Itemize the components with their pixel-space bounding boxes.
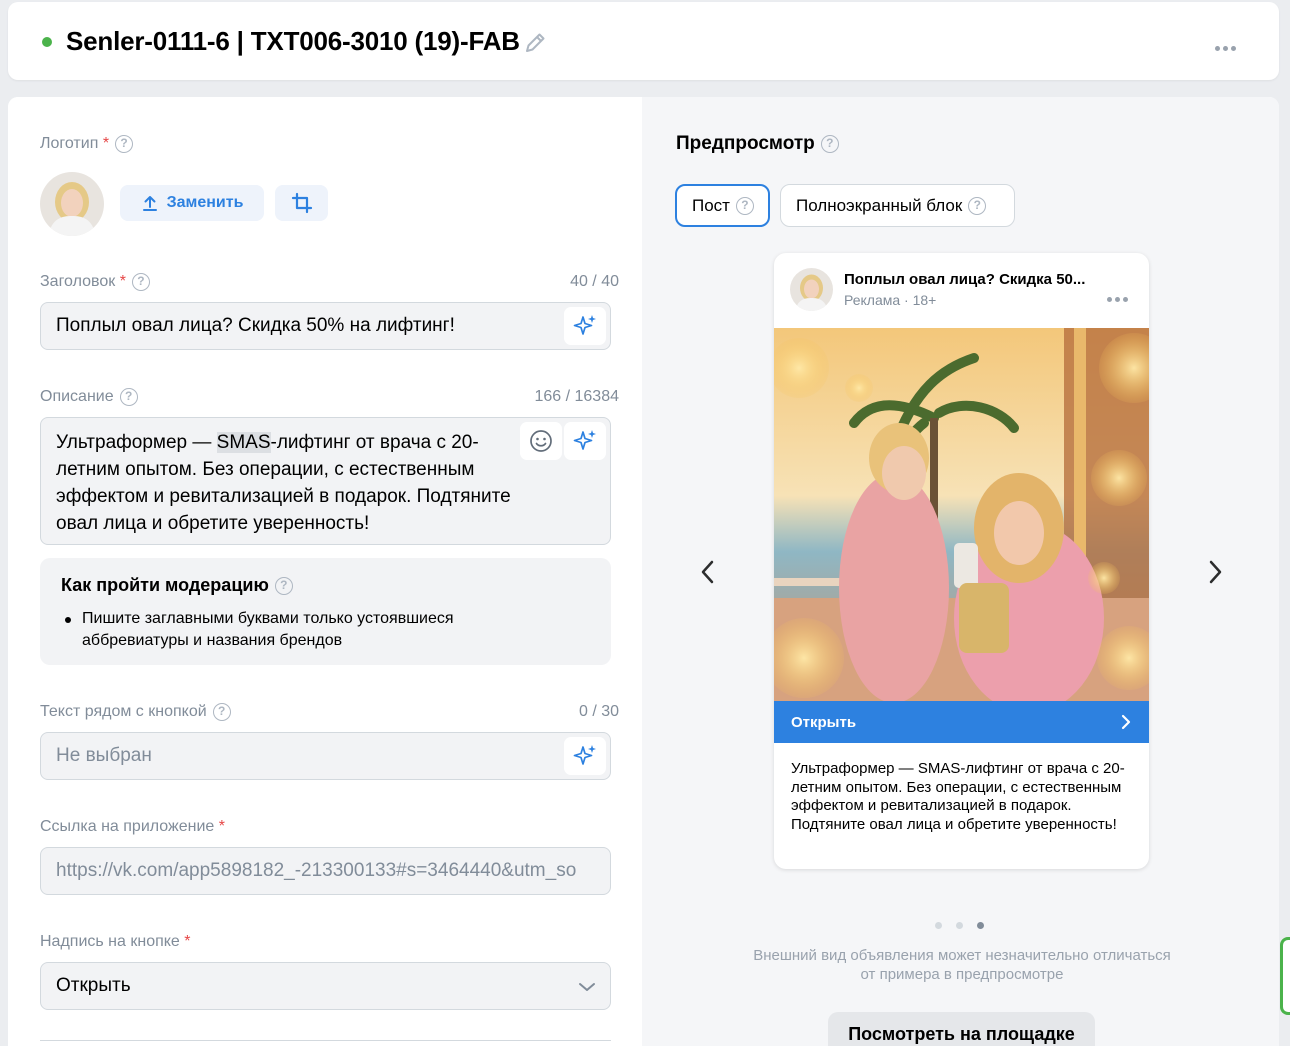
view-on-platform-button[interactable]: Посмотреть на площадке — [828, 1012, 1095, 1046]
chevron-left-icon[interactable] — [698, 559, 718, 585]
headline-value: Поплыл овал лица? Скидка 50% на лифтинг! — [56, 315, 455, 336]
headline-label: Заголовок *? — [40, 273, 150, 291]
chevron-down-icon — [579, 983, 595, 991]
smile-icon — [530, 430, 552, 452]
button-caption-select[interactable]: Открыть — [40, 962, 611, 1010]
post-cta-button[interactable]: Открыть — [774, 701, 1149, 743]
headline-input[interactable]: Поплыл овал лица? Скидка 50% на лифтинг! — [40, 302, 611, 350]
button-text-input[interactable]: Не выбран — [40, 732, 611, 780]
divider — [40, 1040, 611, 1041]
post-text: Ультраформер — SMAS-лифтинг от врача с 2… — [791, 760, 1125, 833]
sparkles-icon — [573, 315, 596, 335]
post-subtitle: Реклама · 18+ — [844, 292, 937, 308]
bullet — [65, 617, 71, 623]
app-link-value: https://vk.com/app5898182_-213300133#s=3… — [56, 860, 577, 881]
tab-fullscreen[interactable]: Полноэкранный блок? — [780, 184, 1015, 227]
tab-post[interactable]: Пост? — [675, 184, 770, 227]
moderation-tips: Как пройти модерацию? Пишите заглавными … — [40, 558, 611, 665]
ad-form: Логотип *? Заменить Заголовок *? 40 / 40… — [8, 97, 642, 1046]
side-widget-tab[interactable] — [1280, 937, 1290, 1015]
help-icon[interactable]: ? — [115, 135, 134, 153]
app-link-input[interactable]: https://vk.com/app5898182_-213300133#s=3… — [40, 847, 611, 895]
help-icon[interactable]: ? — [119, 388, 138, 406]
preview-note: Внешний вид объявления может незначитель… — [753, 947, 1171, 983]
help-icon[interactable]: ? — [735, 196, 754, 215]
button-caption-label: Надпись на кнопке * — [40, 933, 191, 950]
more-options-icon[interactable] — [1215, 38, 1239, 51]
ai-generate-button[interactable] — [564, 737, 606, 775]
carousel-dot[interactable] — [956, 922, 963, 929]
emoji-button[interactable] — [520, 422, 562, 460]
app-link-label: Ссылка на приложение * — [40, 818, 225, 835]
preview-title: Предпросмотр? — [676, 133, 839, 155]
sparkles-icon — [573, 430, 596, 450]
carousel-indicator — [935, 916, 998, 934]
chevron-right-icon[interactable] — [1205, 559, 1225, 585]
help-icon[interactable]: ? — [131, 273, 150, 291]
help-icon[interactable]: ? — [274, 577, 293, 596]
description-label: Описание? — [40, 388, 138, 406]
help-icon[interactable]: ? — [820, 134, 839, 153]
description-textarea[interactable]: Ультраформер — SMAS-лифтинг от врача с 2… — [40, 417, 611, 545]
description-counter: 166 / 16384 — [534, 388, 619, 405]
carousel-dot[interactable] — [935, 922, 942, 929]
logo-label: Логотип *? — [40, 135, 134, 153]
headline-counter: 40 / 40 — [570, 273, 619, 290]
campaign-header: Senler-0111-6 | TXT006-3010 (19)-FAB — [8, 2, 1279, 80]
crop-icon — [291, 192, 312, 214]
pencil-icon[interactable] — [522, 30, 548, 56]
sparkles-icon — [573, 745, 596, 765]
moderation-title: Как пройти модерацию? — [61, 575, 293, 596]
post-title: Поплыл овал лица? Скидка 50... — [844, 271, 1086, 288]
preview-panel: Предпросмотр? Пост? Полноэкранный блок? … — [642, 97, 1279, 1046]
button-text-label: Текст рядом с кнопкой? — [40, 703, 231, 721]
more-options-icon[interactable] — [1107, 289, 1131, 307]
upload-icon — [142, 196, 157, 211]
post-avatar — [790, 268, 833, 311]
help-icon[interactable]: ? — [968, 196, 987, 215]
button-text-counter: 0 / 30 — [578, 703, 619, 720]
post-image — [774, 328, 1149, 701]
ai-generate-button[interactable] — [564, 422, 606, 460]
carousel-dot-active[interactable] — [977, 922, 984, 929]
replace-logo-button[interactable]: Заменить — [120, 185, 264, 221]
moderation-tip: Пишите заглавными буквами только устоявш… — [82, 610, 454, 649]
crop-logo-button[interactable] — [275, 185, 328, 221]
help-icon[interactable]: ? — [212, 703, 231, 721]
chevron-right-icon — [1121, 714, 1131, 730]
button-text-placeholder: Не выбран — [56, 745, 152, 766]
post-preview-card: Поплыл овал лица? Скидка 50... Реклама ·… — [774, 253, 1149, 869]
ad-editor: Логотип *? Заменить Заголовок *? 40 / 40… — [8, 97, 1279, 1046]
campaign-title: Senler-0111-6 | TXT006-3010 (19)-FAB — [66, 26, 520, 56]
description-value: Ультраформер — SMAS-лифтинг от врача с 2… — [56, 432, 511, 534]
status-indicator — [42, 37, 52, 47]
ai-generate-button[interactable] — [564, 307, 606, 345]
logo-avatar — [40, 172, 104, 236]
button-caption-value: Открыть — [56, 975, 131, 996]
